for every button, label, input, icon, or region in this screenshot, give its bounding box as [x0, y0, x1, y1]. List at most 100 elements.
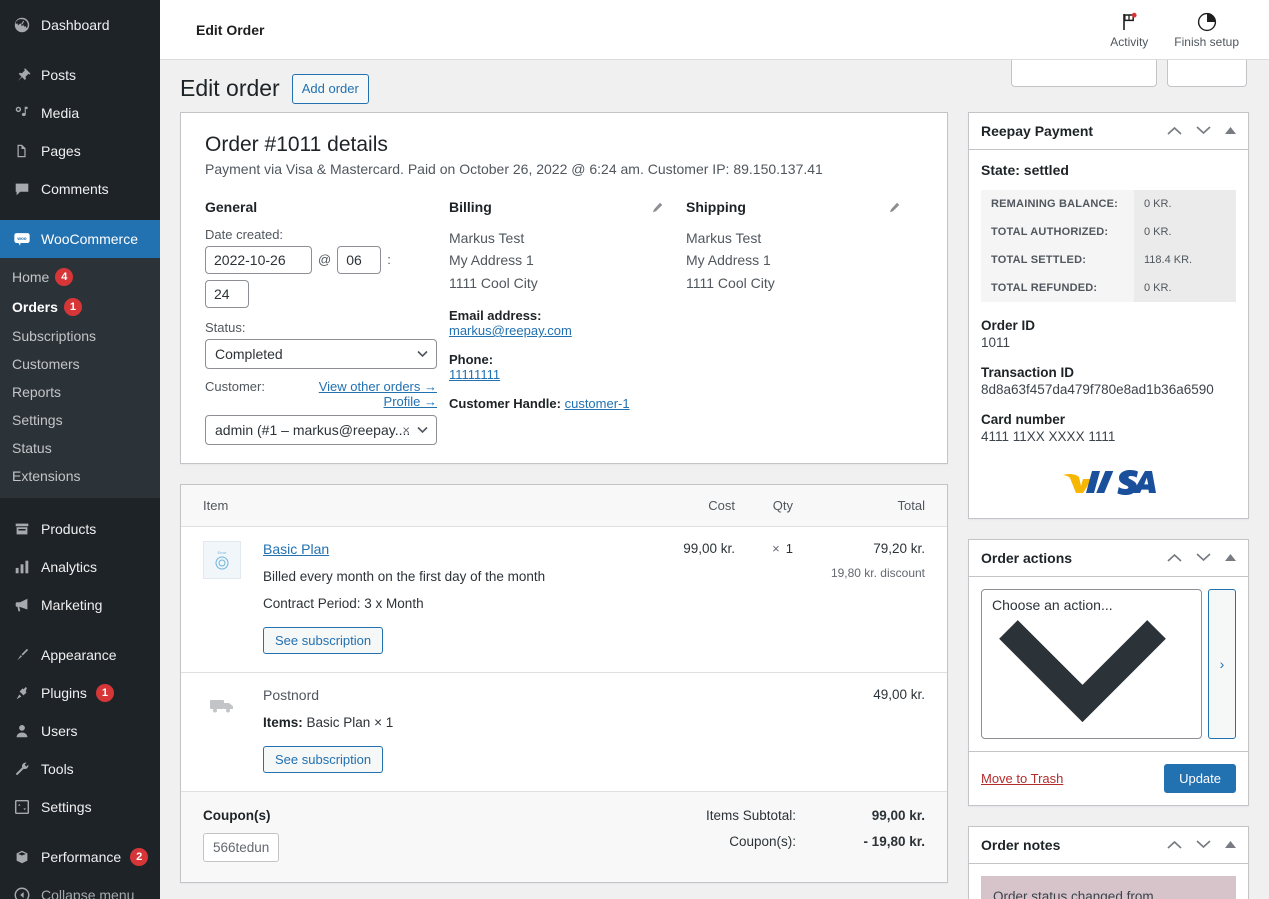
sidebar-item-appearance[interactable]: Appearance — [0, 636, 160, 674]
sidebar-item-posts[interactable]: Posts — [0, 56, 160, 94]
sidebar-subitem-extensions[interactable]: Extensions — [0, 462, 160, 490]
order-hour-input[interactable]: 06 — [337, 245, 382, 274]
table-row: Error Basic Plan Billed every month on t… — [181, 527, 947, 673]
billing-address-line: Markus Test — [449, 229, 525, 246]
move-up-icon[interactable] — [1167, 840, 1182, 849]
finish-setup-label: Finish setup — [1174, 34, 1239, 49]
edit-shipping-icon[interactable] — [888, 201, 901, 217]
customer-label: Customer: — [205, 378, 265, 394]
edit-billing-icon[interactable] — [651, 201, 664, 217]
apply-action-button[interactable]: › — [1208, 588, 1236, 739]
shipping-details: Postnord Items: Basic Plan × 1 See subsc… — [263, 687, 645, 773]
sidebar-item-dashboard[interactable]: Dashboard — [0, 6, 160, 44]
item-discount: 19,80 kr. discount — [830, 565, 925, 580]
move-up-icon[interactable] — [1167, 126, 1182, 136]
sidebar-subitem-subscriptions[interactable]: Subscriptions — [0, 322, 160, 350]
order-id-value: 1011 — [981, 334, 1011, 350]
move-up-icon[interactable] — [1167, 553, 1182, 562]
sidebar-subitem-label: Home — [12, 269, 50, 285]
order-status-select[interactable]: Completed — [205, 338, 437, 369]
sidebar-item-comments[interactable]: Comments — [0, 170, 160, 208]
card-number-value: 4111 11XX XXXX 1111 — [981, 429, 1116, 445]
shipping-address-line: Markus Test — [686, 229, 762, 246]
sidebar-item-analytics[interactable]: Analytics — [0, 548, 160, 586]
total-value: 99,00 kr. — [871, 807, 925, 823]
sidebar-item-plugins[interactable]: Plugins 1 — [0, 674, 160, 712]
product-name-link[interactable]: Basic Plan — [263, 541, 329, 557]
update-button[interactable]: Update — [1164, 763, 1236, 793]
time-colon: : — [387, 252, 391, 268]
table-row: Postnord Items: Basic Plan × 1 See subsc… — [181, 673, 947, 792]
billing-phone-link[interactable]: 11111111 — [449, 367, 500, 382]
sidebar-subitem-label: Customers — [12, 356, 80, 372]
billing-phone-label: Phone: — [449, 352, 494, 368]
sidebar-item-label: Dashboard — [41, 16, 110, 33]
see-subscription-button[interactable]: See subscription — [263, 745, 384, 773]
sidebar-divider — [0, 826, 160, 838]
sidebar-subitem-status[interactable]: Status — [0, 434, 160, 462]
sidebar-item-media[interactable]: Media — [0, 94, 160, 132]
shipping-title: Shipping — [686, 198, 746, 215]
qty-multiplier: × — [772, 540, 780, 556]
sidebar-divider — [0, 624, 160, 636]
order-action-select[interactable]: Choose an action... — [981, 588, 1202, 739]
order-date-input[interactable]: 2022-10-26 — [205, 245, 312, 274]
reepay-panel-title: Reepay Payment — [981, 122, 1094, 139]
sidebar-item-label: Products — [41, 520, 97, 537]
sidebar-item-woocommerce[interactable]: woo WooCommerce — [0, 220, 168, 258]
toggle-panel-icon[interactable] — [1225, 841, 1236, 849]
placeholder-image-icon: Error — [215, 550, 229, 570]
item-details: Basic Plan Billed every month on the fir… — [263, 541, 645, 654]
order-action-row: Choose an action... › — [981, 588, 1236, 739]
shipping-items-value: Basic Plan × 1 — [306, 714, 394, 730]
shipping-items-label: Items: — [263, 714, 303, 730]
shipping-thumbnail — [203, 687, 241, 725]
move-down-icon[interactable] — [1196, 840, 1211, 849]
sidebar-item-collapse-menu[interactable]: Collapse menu — [0, 876, 160, 899]
sidebar-subitem-orders[interactable]: Orders 1 — [0, 292, 160, 322]
sidebar-item-marketing[interactable]: Marketing — [0, 586, 160, 624]
toggle-panel-icon[interactable] — [1225, 554, 1236, 562]
add-order-button[interactable]: Add order — [291, 74, 369, 104]
payment-summary-table: REMAINING BALANCE: 0 KR. TOTAL AUTHORIZE… — [981, 189, 1236, 302]
sidebar-divider — [0, 498, 160, 510]
billing-email-link[interactable]: markus@reepay.com — [449, 323, 572, 338]
visa-logo — [1062, 469, 1156, 495]
move-down-icon[interactable] — [1196, 126, 1211, 135]
sidebar-subitem-customers[interactable]: Customers — [0, 350, 160, 378]
total-settled-value: 118.4 KR. — [1134, 245, 1236, 274]
sidebar-item-products[interactable]: Products — [0, 510, 160, 548]
clear-customer-icon[interactable]: × — [402, 422, 410, 437]
sidebar-subitem-label: Settings — [12, 412, 63, 428]
coupon-chip[interactable]: 566tedun — [203, 832, 280, 862]
order-actions-title: Order actions — [981, 549, 1073, 566]
sidebar-subitem-home[interactable]: Home 4 — [0, 262, 160, 292]
sidebar-item-pages[interactable]: Pages — [0, 132, 160, 170]
shipping-column: Shipping Markus Test My Address 1 1111 C… — [686, 199, 923, 445]
sidebar-subitem-label: Status — [12, 440, 52, 456]
order-minute-input[interactable]: 24 — [205, 279, 249, 308]
reepay-panel-body: State: settled REMAINING BALANCE: 0 KR. … — [969, 150, 1248, 518]
sidebar-item-users[interactable]: Users — [0, 712, 160, 750]
column-header-item: Item — [203, 497, 229, 513]
move-to-trash-link[interactable]: Move to Trash — [981, 771, 1063, 786]
profile-link[interactable]: Profile → — [319, 394, 437, 409]
toggle-panel-icon[interactable] — [1225, 127, 1236, 135]
activity-button[interactable]: Activity — [1102, 9, 1156, 51]
customer-handle-link[interactable]: customer-1 — [565, 396, 630, 411]
appearance-icon — [12, 645, 32, 665]
qty-value: 1 — [785, 540, 793, 556]
sidebar-subitem-reports[interactable]: Reports — [0, 378, 160, 406]
finish-setup-button[interactable]: Finish setup — [1166, 9, 1247, 51]
order-detail-columns: General Date created: 2022-10-26 @ 06 : … — [205, 199, 923, 445]
sidebar-item-tools[interactable]: Tools — [0, 750, 160, 788]
sidebar-subitem-settings[interactable]: Settings — [0, 406, 160, 434]
customer-select[interactable]: admin (#1 – markus@reepay.... × — [205, 414, 437, 445]
move-down-icon[interactable] — [1196, 553, 1211, 562]
item-billing-schedule: Billed every month on the first day of t… — [263, 568, 546, 584]
sidebar-item-performance[interactable]: Performance 2 — [0, 838, 160, 876]
view-other-orders-link[interactable]: View other orders → — [319, 379, 437, 394]
sidebar-item-settings[interactable]: Settings — [0, 788, 160, 826]
reepay-payment-panel: Reepay Payment State: settled REMAINING … — [968, 111, 1249, 519]
see-subscription-button[interactable]: See subscription — [263, 626, 384, 654]
